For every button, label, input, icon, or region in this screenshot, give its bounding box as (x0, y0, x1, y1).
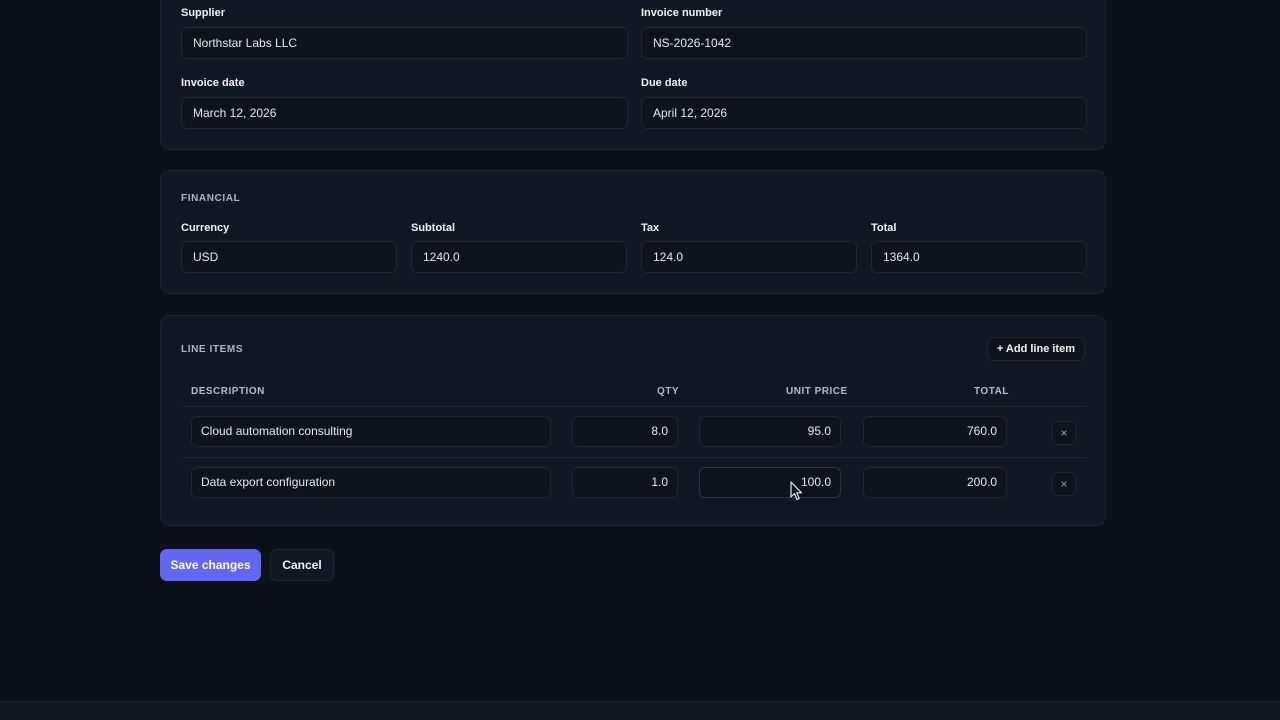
mouse-pointer-icon (790, 481, 803, 501)
remove-line-item-button[interactable]: × (1052, 472, 1076, 496)
save-changes-button[interactable]: Save changes (160, 549, 261, 581)
financial-card: FINANCIAL Currency USD Subtotal 1240.0 T… (160, 170, 1106, 294)
financial-section-title: FINANCIAL (181, 193, 241, 204)
tax-label: Tax (641, 222, 660, 234)
line-item-qty-input[interactable]: 8.0 (572, 416, 678, 447)
invoice-number-input[interactable]: NS-2026-1042 (641, 27, 1087, 59)
due-date-label: Due date (641, 77, 688, 89)
close-icon: × (1060, 426, 1068, 440)
close-icon: × (1060, 477, 1068, 491)
remove-line-item-button[interactable]: × (1052, 421, 1076, 445)
line-item-description-input[interactable]: Cloud automation consulting (191, 416, 551, 447)
bottom-bar (0, 701, 1280, 720)
column-header-description: DESCRIPTION (191, 386, 265, 397)
supplier-label: Supplier (181, 7, 226, 19)
line-item-qty-input[interactable]: 1.0 (572, 467, 678, 498)
currency-label: Currency (181, 222, 230, 234)
line-item-unit-price-input[interactable]: 95.0 (699, 416, 841, 447)
invoice-date-label: Invoice date (181, 77, 245, 89)
supplier-input[interactable]: Northstar Labs LLC (181, 27, 628, 59)
subtotal-input[interactable]: 1240.0 (411, 241, 627, 273)
add-line-item-button[interactable]: + Add line item (986, 337, 1085, 361)
currency-input[interactable]: USD (181, 241, 397, 273)
invoice-edit-page: Supplier Northstar Labs LLC Invoice numb… (0, 0, 1280, 720)
invoice-date-input[interactable]: March 12, 2026 (181, 97, 628, 129)
line-item-unit-price-input[interactable]: 100.0 (699, 467, 841, 498)
total-label: Total (871, 222, 897, 234)
subtotal-label: Subtotal (411, 222, 455, 234)
line-item-total-input[interactable]: 200.0 (863, 467, 1007, 498)
due-date-input[interactable]: April 12, 2026 (641, 97, 1087, 129)
line-items-card: LINE ITEMS + Add line item DESCRIPTION Q… (160, 315, 1106, 526)
table-header-divider (181, 406, 1087, 407)
cancel-button[interactable]: Cancel (270, 549, 334, 581)
invoice-number-label: Invoice number (641, 7, 723, 19)
line-item-description-input[interactable]: Data export configuration (191, 467, 551, 498)
line-item-total-input[interactable]: 760.0 (863, 416, 1007, 447)
column-header-qty: QTY (657, 386, 680, 397)
column-header-total: TOTAL (974, 386, 1009, 397)
line-items-section-title: LINE ITEMS (181, 344, 244, 355)
column-header-unit-price: UNIT PRICE (786, 386, 848, 397)
invoice-details-card: Supplier Northstar Labs LLC Invoice numb… (160, 0, 1106, 150)
tax-input[interactable]: 124.0 (641, 241, 857, 273)
total-input[interactable]: 1364.0 (871, 241, 1087, 273)
table-row-divider (181, 457, 1087, 458)
